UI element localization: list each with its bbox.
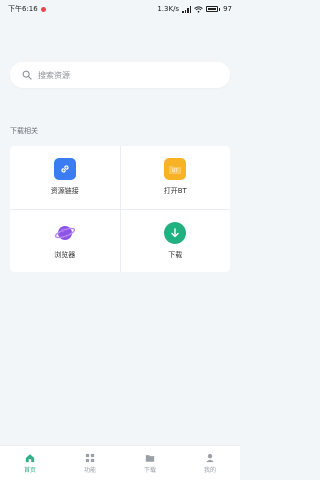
folder-icon: BT — [164, 158, 187, 181]
nav-profile[interactable]: 我的 — [180, 446, 240, 480]
status-time: 下午6:16 — [8, 5, 38, 13]
tile-label: 资源链接 — [50, 187, 79, 196]
nav-label: 首页 — [23, 466, 36, 474]
section-title: 下载相关 — [10, 127, 38, 135]
grid-icon — [85, 453, 95, 462]
nav-label: 功能 — [83, 466, 96, 474]
folder-icon — [145, 454, 155, 462]
tile-label: 打开BT — [163, 187, 187, 196]
signal-icon — [182, 5, 192, 13]
user-icon — [206, 453, 214, 462]
link-icon — [53, 158, 76, 181]
tile-download[interactable]: 下载 — [120, 209, 230, 272]
nav-label: 我的 — [203, 466, 216, 474]
tile-label: 浏览器 — [54, 250, 76, 259]
tile-browser[interactable]: 浏览器 — [10, 209, 120, 272]
nav-label: 下载 — [143, 466, 156, 474]
nav-home[interactable]: 首页 — [0, 446, 60, 480]
tile-resource-link[interactable]: 资源链接 — [10, 146, 120, 209]
bottom-nav: 首页 功能 下载 我的 — [0, 445, 240, 480]
home-icon — [25, 453, 35, 462]
wifi-icon — [194, 5, 203, 13]
planet-icon — [54, 222, 76, 244]
nav-features[interactable]: 功能 — [60, 446, 120, 480]
search-icon — [22, 70, 32, 80]
search-input[interactable]: 搜索资源 — [10, 62, 230, 88]
tile-open-bt[interactable]: BT 打开BT — [120, 146, 230, 209]
net-speed: 1.3K/s — [157, 5, 180, 13]
download-icon — [164, 221, 187, 244]
nav-download[interactable]: 下载 — [120, 446, 180, 480]
status-bar: 下午6:16 1.3K/s 97 — [0, 0, 240, 18]
tile-label: 下载 — [168, 250, 183, 259]
svg-text:BT: BT — [172, 168, 178, 174]
status-right: 1.3K/s 97 — [157, 5, 232, 13]
battery-icon — [206, 6, 221, 12]
download-grid: 资源链接 BT 打开BT 浏览器 下载 — [10, 146, 230, 272]
battery-level: 97 — [223, 5, 232, 13]
notification-dot-icon — [40, 6, 46, 12]
status-left: 下午6:16 — [8, 4, 46, 14]
search-placeholder: 搜索资源 — [38, 70, 70, 80]
